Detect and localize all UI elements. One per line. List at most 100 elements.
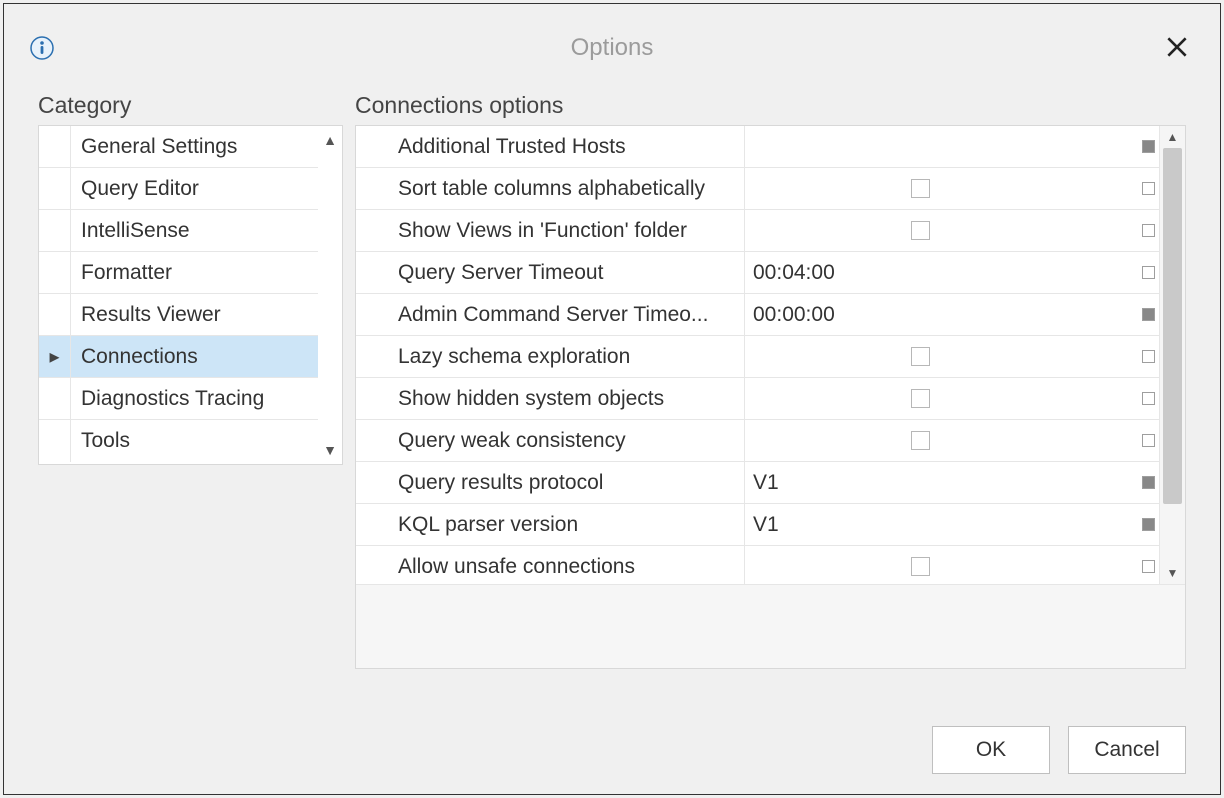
option-name: Query weak consistency [356, 420, 745, 461]
category-item[interactable]: ▸Connections [39, 336, 318, 378]
dialog-content: Category General SettingsQuery EditorInt… [4, 74, 1220, 669]
options-scrollbar[interactable]: ▲ ▼ [1159, 126, 1185, 584]
reset-indicator-icon [1142, 518, 1155, 531]
scroll-down-icon[interactable]: ▼ [320, 440, 340, 460]
option-row: Query Server Timeout 00:04:00 [356, 252, 1159, 294]
option-row: Allow unsafe connections [356, 546, 1159, 584]
button-bar: OK Cancel [932, 726, 1186, 774]
option-name: Query results protocol [356, 462, 745, 503]
scroll-up-icon[interactable]: ▲ [1160, 126, 1185, 148]
category-item[interactable]: Results Viewer [39, 294, 318, 336]
reset-indicator-icon [1142, 266, 1155, 279]
scroll-up-icon[interactable]: ▲ [320, 130, 340, 150]
option-reset-cell[interactable] [1137, 378, 1159, 419]
option-name: Lazy schema exploration [356, 336, 745, 377]
option-checkbox[interactable] [911, 347, 930, 366]
options-column: Connections options Additional Trusted H… [355, 92, 1186, 669]
option-value-cell[interactable] [745, 546, 1137, 584]
reset-indicator-icon [1142, 434, 1155, 447]
option-reset-cell[interactable] [1137, 504, 1159, 545]
reset-indicator-icon [1142, 224, 1155, 237]
option-reset-cell[interactable] [1137, 210, 1159, 251]
option-value-text: 00:04:00 [753, 261, 835, 285]
scroll-track[interactable] [1160, 148, 1185, 562]
category-marker-icon [39, 420, 71, 462]
close-button[interactable] [1164, 34, 1190, 60]
option-name: Query Server Timeout [356, 252, 745, 293]
category-item[interactable]: General Settings [39, 126, 318, 168]
options-box: Additional Trusted HostsSort table colum… [355, 125, 1186, 669]
category-item-label: IntelliSense [71, 210, 318, 251]
option-reset-cell[interactable] [1137, 294, 1159, 335]
option-checkbox[interactable] [911, 557, 930, 576]
category-item[interactable]: Tools [39, 420, 318, 462]
options-footer [356, 584, 1185, 668]
ok-button[interactable]: OK [932, 726, 1050, 774]
option-row: Additional Trusted Hosts [356, 126, 1159, 168]
option-reset-cell[interactable] [1137, 546, 1159, 584]
options-header: Connections options [355, 92, 1186, 119]
option-row: Show hidden system objects [356, 378, 1159, 420]
reset-indicator-icon [1142, 392, 1155, 405]
option-reset-cell[interactable] [1137, 336, 1159, 377]
category-marker-icon [39, 210, 71, 251]
option-value-text: 00:00:00 [753, 303, 835, 327]
option-reset-cell[interactable] [1137, 420, 1159, 461]
category-item[interactable]: IntelliSense [39, 210, 318, 252]
option-reset-cell[interactable] [1137, 252, 1159, 293]
option-name: Admin Command Server Timeo... [356, 294, 745, 335]
option-value-cell[interactable] [745, 336, 1137, 377]
category-item-label: Connections [71, 336, 318, 377]
option-value-cell[interactable]: V1 [745, 504, 1137, 545]
option-value-text: V1 [753, 471, 779, 495]
option-value-cell[interactable] [745, 168, 1137, 209]
option-value-cell[interactable]: V1 [745, 462, 1137, 503]
scroll-down-icon[interactable]: ▼ [1160, 562, 1185, 584]
cancel-button-label: Cancel [1094, 738, 1159, 762]
category-item-label: Query Editor [71, 168, 318, 209]
option-checkbox[interactable] [911, 221, 930, 240]
cancel-button[interactable]: Cancel [1068, 726, 1186, 774]
category-item[interactable]: Query Editor [39, 168, 318, 210]
category-marker-icon [39, 378, 71, 419]
scroll-thumb[interactable] [1163, 148, 1182, 504]
category-item[interactable]: Diagnostics Tracing [39, 378, 318, 420]
dialog-title: Options [571, 34, 654, 62]
reset-indicator-icon [1142, 476, 1155, 489]
reset-indicator-icon [1142, 182, 1155, 195]
option-name: Show Views in 'Function' folder [356, 210, 745, 251]
option-row: KQL parser versionV1 [356, 504, 1159, 546]
option-name: Show hidden system objects [356, 378, 745, 419]
option-value-cell[interactable] [745, 378, 1137, 419]
option-value-cell[interactable]: 00:04:00 [745, 252, 1137, 293]
category-item-label: Diagnostics Tracing [71, 378, 318, 419]
category-marker-icon [39, 252, 71, 293]
option-reset-cell[interactable] [1137, 462, 1159, 503]
category-column: Category General SettingsQuery EditorInt… [38, 92, 343, 669]
category-item[interactable]: Formatter [39, 252, 318, 294]
option-row: Query weak consistency [356, 420, 1159, 462]
option-reset-cell[interactable] [1137, 168, 1159, 209]
reset-indicator-icon [1142, 560, 1155, 573]
option-value-cell[interactable] [745, 420, 1137, 461]
option-checkbox[interactable] [911, 389, 930, 408]
category-scrollbar[interactable]: ▲ ▼ [318, 126, 342, 464]
category-marker-icon [39, 126, 71, 167]
option-reset-cell[interactable] [1137, 126, 1159, 167]
option-value-cell[interactable] [745, 210, 1137, 251]
reset-indicator-icon [1142, 140, 1155, 153]
option-row: Admin Command Server Timeo... 00:00:00 [356, 294, 1159, 336]
option-checkbox[interactable] [911, 431, 930, 450]
option-checkbox[interactable] [911, 179, 930, 198]
reset-indicator-icon [1142, 350, 1155, 363]
options-dialog: Options Category General SettingsQuery E… [3, 3, 1221, 795]
option-value-cell[interactable] [745, 126, 1137, 167]
category-item-label: Results Viewer [71, 294, 318, 335]
category-item-label: General Settings [71, 126, 318, 167]
category-header: Category [38, 92, 343, 119]
option-name: KQL parser version [356, 504, 745, 545]
category-item-label: Formatter [71, 252, 318, 293]
ok-button-label: OK [976, 738, 1006, 762]
option-value-cell[interactable]: 00:00:00 [745, 294, 1137, 335]
option-name: Allow unsafe connections [356, 546, 745, 584]
